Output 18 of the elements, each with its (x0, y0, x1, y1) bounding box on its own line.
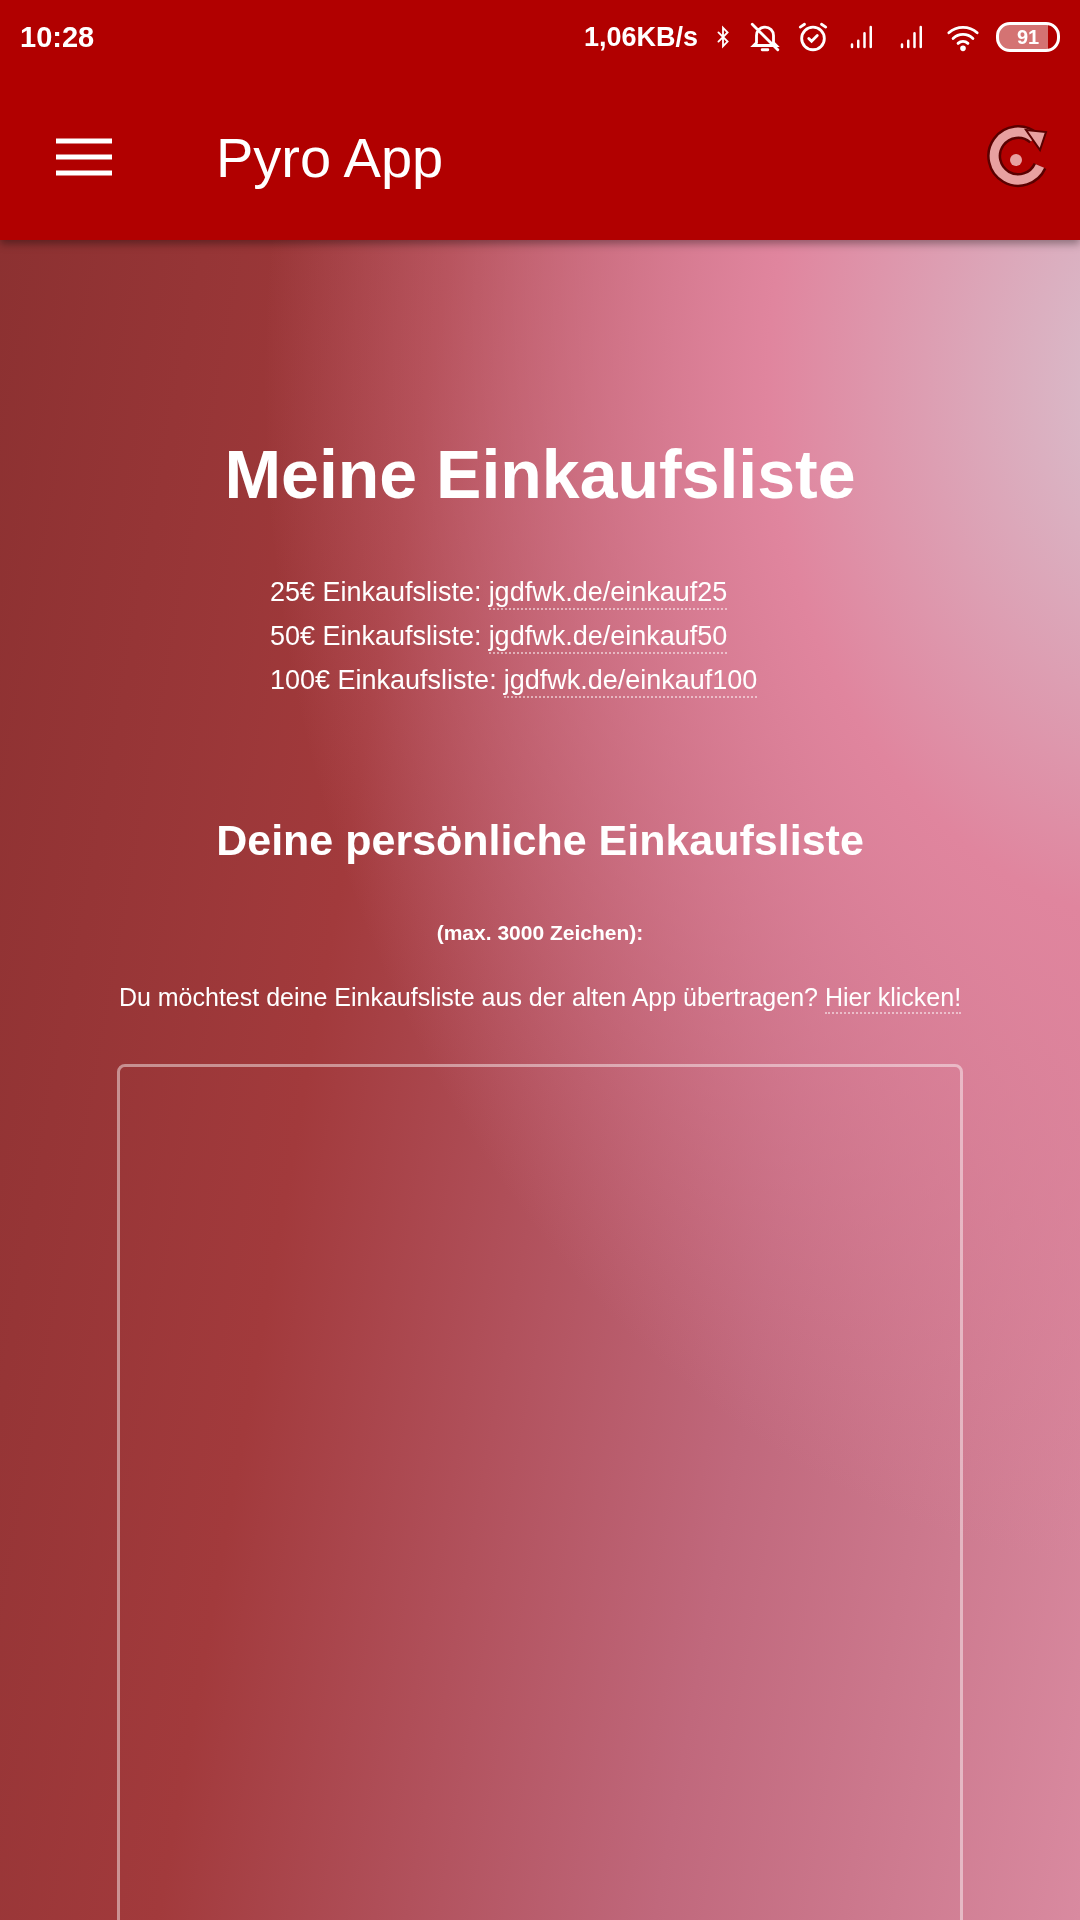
limit-note: (max. 3000 Zeichen): (436, 921, 644, 945)
page-title: Meine Einkaufsliste (224, 435, 856, 513)
status-time: 10:28 (20, 20, 96, 54)
list-link[interactable]: jgdfwk.de/einkauf25 (488, 577, 728, 610)
list-label: 100€ Einkaufsliste: (270, 665, 497, 697)
muted-bell-icon (748, 20, 782, 54)
battery-indicator: 91 (996, 22, 1060, 52)
alarm-clock-icon (796, 20, 830, 54)
list-label: 25€ Einkaufsliste: (270, 577, 482, 609)
list-label: 50€ Einkaufsliste: (270, 621, 482, 653)
list-link[interactable]: jgdfwk.de/einkauf100 (503, 665, 758, 698)
list-link[interactable]: jgdfwk.de/einkauf50 (488, 621, 728, 654)
menu-icon[interactable] (56, 137, 112, 177)
app-title: Pyro App (216, 124, 445, 190)
transfer-link[interactable]: Hier klicken! (824, 983, 962, 1014)
network-speed: 1,06KB/s (583, 21, 698, 53)
transfer-text: Du möchtest deine Einkaufsliste aus der alten App übertragen? (118, 983, 818, 1013)
section-heading: Deine persönliche Einkaufsliste (216, 816, 864, 865)
